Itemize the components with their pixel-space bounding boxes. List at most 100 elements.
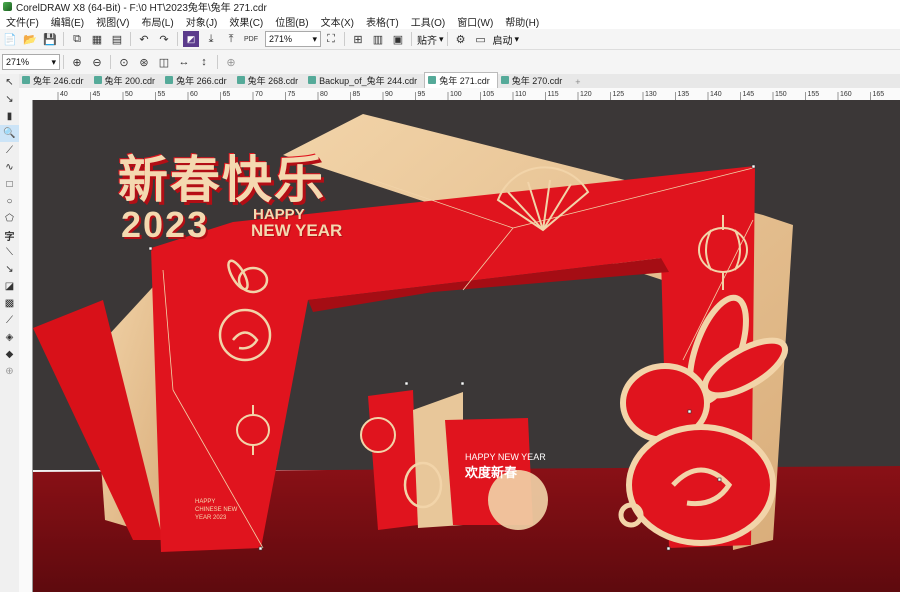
tab-label: 兔年 266.cdr [176,76,227,86]
snap-to-button[interactable]: 贴齐 [417,32,437,47]
app-launcher-icon[interactable]: ▭ [473,31,489,47]
zoom-in-icon[interactable]: ⊕ [69,54,85,70]
tab-doc-270[interactable]: 兔年 270.cdr [498,73,570,88]
open-folder-icon[interactable]: 📂 [22,31,38,47]
ruler-tick-label: 140 [710,91,722,98]
tab-doc-271[interactable]: 兔年 271.cdr [424,72,498,88]
connector-tool-icon[interactable]: ↘ [0,261,19,278]
undo-icon[interactable]: ↶ [136,31,152,47]
menu-bitmap[interactable]: 位图(B) [269,14,314,29]
drop-shadow-icon[interactable]: ◪ [0,278,19,295]
zoom-selected-icon[interactable]: ⊙ [116,54,132,70]
ruler-tick-label: 85 [353,91,361,98]
ruler-tick-label: 130 [645,91,657,98]
menu-tools[interactable]: 工具(O) [405,14,451,29]
menu-bar: 文件(F) 编辑(E) 视图(V) 布局(L) 对象(J) 效果(C) 位图(B… [0,13,900,29]
cut-icon[interactable]: ▤ [109,31,125,47]
ellipse-tool-icon[interactable]: ○ [0,193,19,210]
add-tool-icon[interactable]: ⊕ [0,363,19,380]
ruler-tick-label: 135 [678,91,690,98]
guidelines-icon[interactable]: ▣ [390,31,406,47]
new-tab-plus-icon[interactable]: + [569,76,586,88]
pillar-caption: HAPPY CHINESE NEW YEAR 2023 [195,498,237,522]
text-tool-icon[interactable]: 字 [0,227,19,244]
import-icon[interactable]: ⤓ [203,31,219,47]
document-icon [308,76,317,84]
zoom-width-icon[interactable]: ↔ [176,54,192,70]
full-screen-icon[interactable]: ⛶ [323,31,339,47]
new-document-icon[interactable]: 📄 [2,31,18,47]
menu-table[interactable]: 表格(T) [360,14,405,29]
ruler-tick-label: 65 [223,91,231,98]
menu-window[interactable]: 窗口(W) [451,14,499,29]
tab-doc-200[interactable]: 兔年 200.cdr [91,73,163,88]
zoom-page-icon[interactable]: ◫ [156,54,172,70]
grid-icon[interactable]: ▥ [370,31,386,47]
tab-doc-268[interactable]: 兔年 268.cdr [234,73,306,88]
ruler-tick-label: 150 [775,91,787,98]
ruler-tick-label: 55 [158,91,166,98]
save-icon[interactable]: 💾 [42,31,58,47]
chevron-down-icon: ▾ [514,33,520,44]
add-preset-icon[interactable]: ⊕ [223,54,239,70]
interactive-fill-icon[interactable]: ◈ [0,329,19,346]
ruler-tick-label: 80 [320,91,328,98]
drawing-canvas[interactable]: 新春快乐 2023 HAPPY NEW YEAR HAPPY NEW YEAR … [33,100,900,592]
tab-label: 兔年 270.cdr [511,76,563,86]
pillar-caption-line-3: YEAR 2023 [195,515,227,521]
vertical-ruler[interactable] [19,100,33,592]
export-icon[interactable]: ⤒ [223,31,239,47]
tab-doc-backup-244[interactable]: Backup_of_兔年 244.cdr [305,73,424,88]
chevron-down-icon: ▾ [51,56,56,67]
launch-button[interactable]: 启动 [493,32,513,47]
pdf-icon[interactable]: PDF [243,31,259,47]
paste-icon[interactable]: ▦ [89,31,105,47]
tab-doc-246[interactable]: 兔年 246.cdr [19,73,91,88]
document-icon [500,76,509,84]
copy-icon[interactable]: ⧉ [69,31,85,47]
rulers-icon[interactable]: ⊞ [350,31,366,47]
coreldraw-app-icon [3,2,12,11]
menu-object[interactable]: 对象(J) [180,14,224,29]
menu-view[interactable]: 视图(V) [90,14,135,29]
menu-edit[interactable]: 编辑(E) [45,14,90,29]
crop-tool-icon[interactable]: ▮ [0,108,19,125]
menu-file[interactable]: 文件(F) [0,14,45,29]
ruler-tick-label: 50 [125,91,133,98]
redo-icon[interactable]: ↷ [156,31,172,47]
document-tabs: 兔年 246.cdr 兔年 200.cdr 兔年 266.cdr 兔年 268.… [19,72,900,89]
zoom-height-icon[interactable]: ↕ [196,54,212,70]
menu-text[interactable]: 文本(X) [315,14,360,29]
search-content-icon[interactable]: ◩ [183,31,199,47]
tab-label: 兔年 271.cdr [439,76,490,86]
polygon-tool-icon[interactable]: ⬠ [0,210,19,227]
document-icon [93,76,102,84]
menu-layout[interactable]: 布局(L) [135,14,179,29]
zoom-all-objects-icon[interactable]: ⊛ [136,54,152,70]
menu-effects[interactable]: 效果(C) [223,14,269,29]
title-chinese: 新春快乐 [118,151,326,209]
ruler-tick-label: 110 [515,91,526,98]
zoom-level-combo[interactable]: 271% ▾ [265,31,321,47]
document-icon [165,76,174,84]
zoom-tool-icon[interactable]: 🔍 [0,125,19,142]
ruler-tick-label: 155 [808,91,820,98]
transparency-icon[interactable]: ▩ [0,295,19,312]
tab-doc-266[interactable]: 兔年 266.cdr [162,73,234,88]
options-gear-icon[interactable]: ⚙ [453,31,469,47]
small-chinese-title: 欢度新春 [465,465,518,480]
year-2023: 2023 [121,204,210,245]
eyedropper-icon[interactable]: ⟋ [0,312,19,329]
menu-help[interactable]: 帮助(H) [499,14,545,29]
freehand-tool-icon[interactable]: ⟋ [0,142,19,159]
zoom-levels-combo[interactable]: 271% ▾ [2,54,60,70]
rectangle-tool-icon[interactable]: □ [0,176,19,193]
smart-fill-icon[interactable]: ◆ [0,346,19,363]
zoom-out-icon[interactable]: ⊖ [89,54,105,70]
small-happy-new-year: HAPPY NEW YEAR [465,452,546,462]
parallel-dimension-icon[interactable]: ⟍ [0,244,19,261]
tab-label: 兔年 268.cdr [247,76,299,86]
pick-tool-icon[interactable]: ↖ [0,74,19,91]
artistic-media-icon[interactable]: ∿ [0,159,19,176]
shape-tool-icon[interactable]: ↘ [0,91,19,108]
